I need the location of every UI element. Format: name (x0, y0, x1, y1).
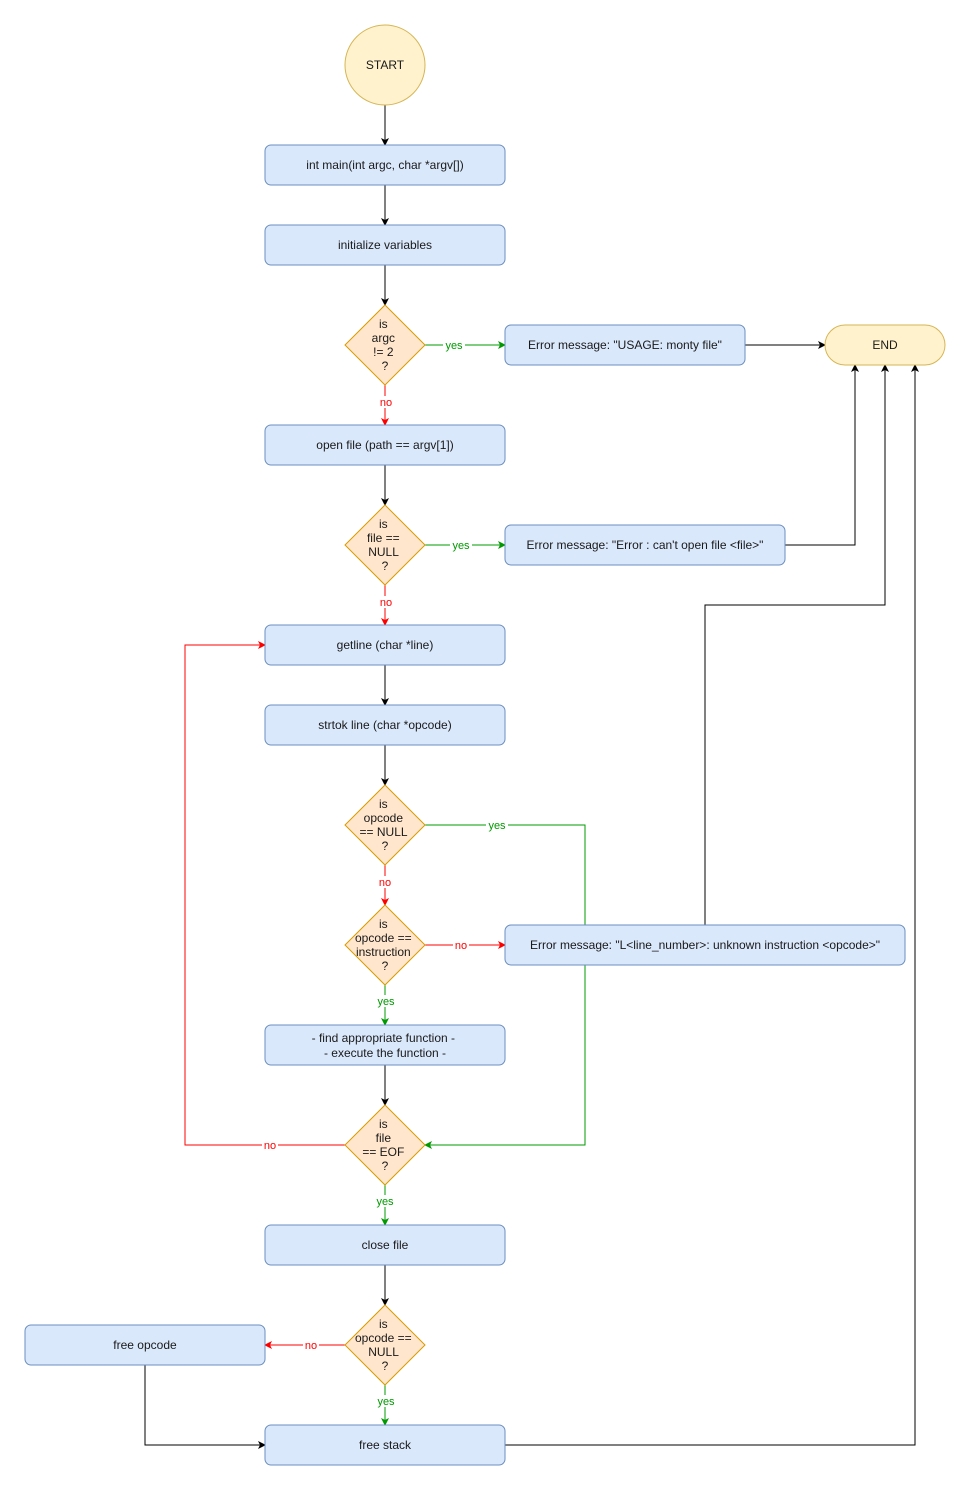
start-node: START (344, 24, 426, 106)
edge-label-no: no (379, 877, 391, 889)
process-strtok: strtok line (char *opcode) (264, 704, 506, 746)
label-instruction-no: no (453, 939, 469, 952)
label-opcode-null-yes: yes (486, 819, 508, 832)
end-label: END (872, 338, 898, 352)
process-label: - find appropriate function - - execute … (312, 1031, 459, 1060)
process-unknown-instruction-error: Error message: "L<line_number>: unknown … (504, 924, 906, 966)
process-close-file: close file (264, 1224, 506, 1266)
process-open-file: open file (path == argv[1]) (264, 424, 506, 466)
process-execute-function: - find appropriate function - - execute … (264, 1024, 506, 1066)
decision-opcode-instruction: is opcode == instruction ? (344, 904, 426, 986)
process-free-stack: free stack (264, 1424, 506, 1466)
process-label: free opcode (113, 1338, 177, 1352)
process-label: Error message: "L<line_number>: unknown … (530, 938, 880, 952)
label-opcode-null-no: no (377, 876, 393, 889)
process-initialize-variables: initialize variables (264, 224, 506, 266)
decision-argc: is argc != 2 ? (344, 304, 426, 386)
process-main: int main(int argc, char *argv[]) (264, 144, 506, 186)
label-argc-yes: yes (443, 339, 465, 352)
label-final-opcode-yes: yes (375, 1395, 397, 1408)
label-final-opcode-no: no (303, 1339, 319, 1352)
edge-label-no: no (380, 397, 392, 409)
process-label: free stack (359, 1438, 412, 1452)
edge-free-opcode-to-free-stack (144, 1365, 266, 1449)
edge-label-no: no (305, 1340, 317, 1352)
edge-label-no: no (264, 1140, 276, 1152)
process-label: open file (path == argv[1]) (316, 438, 453, 452)
edge-label-yes: yes (377, 1396, 395, 1408)
edge-opcode-null-yes (424, 824, 586, 1149)
end-node: END (824, 324, 946, 366)
edge-label-yes: yes (488, 820, 506, 832)
start-label: START (366, 58, 405, 72)
edges (144, 105, 919, 1449)
label-argc-no: no (378, 396, 394, 409)
flowchart-canvas: yes no yes no yes no no yes no yes no ye… (24, 24, 946, 1466)
decision-opcode-null: is opcode == NULL ? (344, 784, 426, 866)
decision-file-null: is file == NULL ? (344, 504, 426, 586)
edge-label-yes: yes (376, 1196, 394, 1208)
process-free-opcode: free opcode (24, 1324, 266, 1366)
process-label: getline (char *line) (337, 638, 434, 652)
label-eof-yes: yes (374, 1195, 396, 1208)
edge-label-yes: yes (445, 340, 463, 352)
process-label: Error message: "Error : can't open file … (527, 538, 764, 552)
edge-label-yes: yes (377, 996, 395, 1008)
process-label: Error message: "USAGE: monty file" (528, 338, 722, 352)
process-label: int main(int argc, char *argv[]) (306, 158, 463, 172)
edge-open-error-to-end (785, 364, 859, 546)
process-usage-error: Error message: "USAGE: monty file" (504, 324, 746, 366)
label-instruction-yes: yes (375, 995, 397, 1008)
process-getline: getline (char *line) (264, 624, 506, 666)
process-open-error: Error message: "Error : can't open file … (504, 524, 786, 566)
decision-final-opcode-null: is opcode == NULL ? (344, 1304, 426, 1386)
label-file-null-yes: yes (450, 539, 472, 552)
edge-label-no: no (380, 597, 392, 609)
process-label: close file (362, 1238, 409, 1252)
decision-eof: is file == EOF ? (344, 1104, 426, 1186)
edge-label-yes: yes (452, 540, 470, 552)
label-eof-no: no (262, 1139, 278, 1152)
label-file-null-no: no (378, 596, 394, 609)
edge-label-no: no (455, 940, 467, 952)
process-label: strtok line (char *opcode) (318, 718, 451, 732)
process-label: initialize variables (338, 238, 432, 252)
edge-unknown-error-to-end (704, 364, 889, 925)
